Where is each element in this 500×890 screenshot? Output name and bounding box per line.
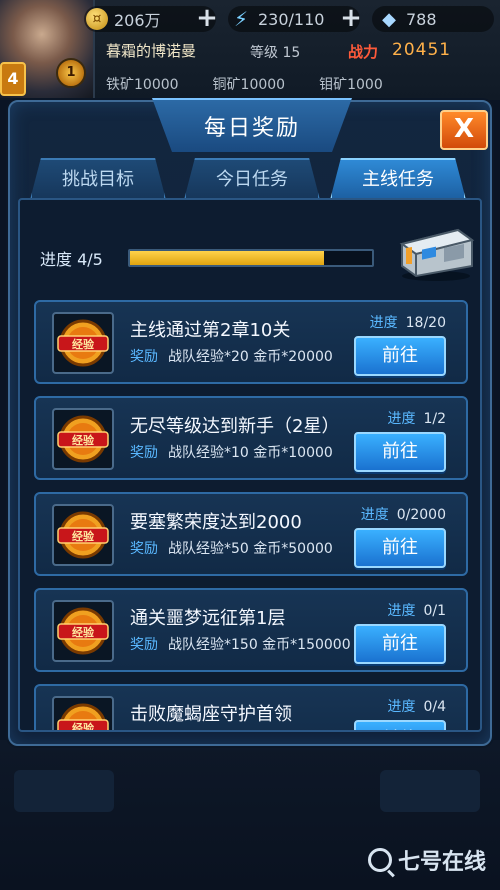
coin-icon: ¤ xyxy=(86,8,108,30)
energy-value: 230/110 xyxy=(258,9,325,29)
gem-value: 788 xyxy=(406,9,437,29)
task-progress-value: 0/1 xyxy=(423,603,446,619)
exp-reward-icon: 经验 xyxy=(52,600,114,662)
progress-label: 进度 4/5 xyxy=(40,250,103,269)
exp-reward-icon: 经验 xyxy=(52,408,114,470)
go-button[interactable]: 前往 xyxy=(354,432,446,472)
player-name: 暮霜的博诺曼 xyxy=(106,42,197,60)
ore-resources: 铁矿10000 铜矿10000 钼矿1000 xyxy=(106,74,383,94)
tab-today-tasks[interactable]: 今日任务 xyxy=(184,158,320,200)
reward-text: 战队经验*50 金币*50000 xyxy=(168,541,333,557)
close-button[interactable]: X xyxy=(440,110,488,150)
svg-text:经验: 经验 xyxy=(72,337,95,351)
reward-label: 奖励 xyxy=(130,445,158,461)
magnifier-icon xyxy=(367,848,392,872)
progress-bar xyxy=(128,249,374,267)
add-gold-button[interactable]: + xyxy=(194,5,220,32)
gold-counter: ¤ 206万 + xyxy=(84,5,218,32)
go-button[interactable]: 前往 xyxy=(354,336,446,376)
task-progress-label: 进度 xyxy=(387,603,416,619)
overall-progress: 进度 4/5 xyxy=(40,246,374,270)
task-progress-label: 进度 xyxy=(387,699,416,715)
background-button-left xyxy=(14,770,114,812)
task-row: 经验 通关噩梦远征第1层 奖励 战队经验*150 金币*150000 进度 0/1 … xyxy=(34,588,468,672)
task-name: 要塞繁荣度达到2000 xyxy=(130,512,302,533)
reward-text: 战队经验*150 金币*150000 xyxy=(168,637,351,653)
reward-label: 奖励 xyxy=(130,349,158,365)
svg-text:经验: 经验 xyxy=(72,625,95,639)
iron-ore: 铁矿10000 xyxy=(106,77,179,93)
level-badge: 4 xyxy=(0,62,26,96)
exp-reward-icon: 经验 xyxy=(52,504,114,566)
treasure-chest-icon[interactable] xyxy=(392,218,476,282)
vip-badge[interactable]: 1 xyxy=(56,58,86,88)
dialog-title: 每日奖励 xyxy=(203,116,300,141)
svg-text:经验: 经验 xyxy=(72,433,95,447)
tab-main-quests[interactable]: 主线任务 xyxy=(330,158,466,200)
task-progress-value: 0/2000 xyxy=(396,507,446,523)
task-progress-label: 进度 xyxy=(387,411,416,427)
background-button-right xyxy=(380,770,480,812)
exp-reward-icon: 经验 xyxy=(52,696,114,732)
gold-value: 206万 xyxy=(114,11,161,30)
go-button[interactable]: 前往 xyxy=(354,720,446,730)
task-progress: 进度 0/2000 xyxy=(361,504,446,524)
watermark-text: 七号在线 xyxy=(397,850,486,875)
task-reward: 奖励 战队经验*10 金币*10000 xyxy=(130,442,333,462)
task-reward: 奖励 战队经验*20 金币*20000 xyxy=(130,346,333,366)
task-progress-value: 18/20 xyxy=(405,315,446,331)
task-row: 经验 击败魔蝎座守护首领 奖励战队经验*200 金币*200000 进度0/4 … xyxy=(34,684,468,732)
task-name: 无尽等级达到新手（2星） xyxy=(130,416,340,437)
task-reward: 奖励 战队经验*50 金币*50000 xyxy=(130,538,333,558)
task-list-panel[interactable]: 进度 4/5 经验 主线通过第2章10关 奖励 战队经验*20 金币*20000… xyxy=(18,198,482,732)
task-progress-value: 0/4 xyxy=(423,699,446,715)
task-name: 击败魔蝎座守护首领 xyxy=(130,704,292,725)
reward-text: 战队经验*20 金币*20000 xyxy=(168,349,333,365)
watermark: 七号在线 xyxy=(367,844,486,876)
go-button[interactable]: 前往 xyxy=(354,528,446,568)
lightning-icon: ⚡ xyxy=(233,7,249,31)
player-level: 等级 15 xyxy=(250,45,301,61)
molybdenum-ore: 钼矿1000 xyxy=(319,77,383,93)
task-progress: 进度 0/4 xyxy=(387,696,446,716)
task-progress-value: 1/2 xyxy=(423,411,446,427)
copper-ore: 铜矿10000 xyxy=(212,77,286,93)
task-reward: 奖励战队经验*200 金币*200000 xyxy=(130,730,351,732)
energy-counter: ⚡ 230/110 + xyxy=(228,5,362,32)
progress-fill xyxy=(130,251,324,265)
reward-text: 战队经验*10 金币*10000 xyxy=(168,445,333,461)
reward-label: 奖励 xyxy=(130,541,158,557)
task-progress: 进度 0/1 xyxy=(387,600,446,620)
diamond-icon: ◆ xyxy=(382,8,396,30)
task-progress-label: 进度 xyxy=(369,315,398,331)
tab-challenge-goals[interactable]: 挑战目标 xyxy=(30,158,166,200)
daily-rewards-dialog: 每日奖励 X 挑战目标 今日任务 主线任务 进度 4/5 经验 主线通过第2章1… xyxy=(8,98,492,746)
top-hud: 4 1 ¤ 206万 + ⚡ 230/110 + ◆ 788 暮霜的博诺曼 等级… xyxy=(0,0,500,100)
task-row: 经验 要塞繁荣度达到2000 奖励 战队经验*50 金币*50000 进度 0/20… xyxy=(34,492,468,576)
add-energy-button[interactable]: + xyxy=(338,5,364,32)
power-label: 战力 xyxy=(348,43,379,61)
svg-text:经验: 经验 xyxy=(72,721,95,732)
power-value: 20451 xyxy=(392,40,452,60)
exp-reward-icon: 经验 xyxy=(52,312,114,374)
task-reward: 奖励 战队经验*150 金币*150000 xyxy=(130,634,351,654)
gem-counter: ◆ 788 xyxy=(372,6,494,32)
task-row: 经验 主线通过第2章10关 奖励 战队经验*20 金币*20000 进度 18/20… xyxy=(34,300,468,384)
task-progress-label: 进度 xyxy=(360,507,389,523)
tab-bar: 挑战目标 今日任务 主线任务 xyxy=(30,158,474,200)
task-name: 通关噩梦远征第1层 xyxy=(130,608,286,629)
task-progress: 进度 18/20 xyxy=(370,312,446,332)
reward-label: 奖励 xyxy=(130,637,158,653)
task-progress: 进度 1/2 xyxy=(387,408,446,428)
task-row: 经验 无尽等级达到新手（2星） 奖励 战队经验*10 金币*10000 进度 1/2… xyxy=(34,396,468,480)
task-name: 主线通过第2章10关 xyxy=(130,320,291,341)
go-button[interactable]: 前往 xyxy=(354,624,446,664)
svg-text:经验: 经验 xyxy=(72,529,95,543)
